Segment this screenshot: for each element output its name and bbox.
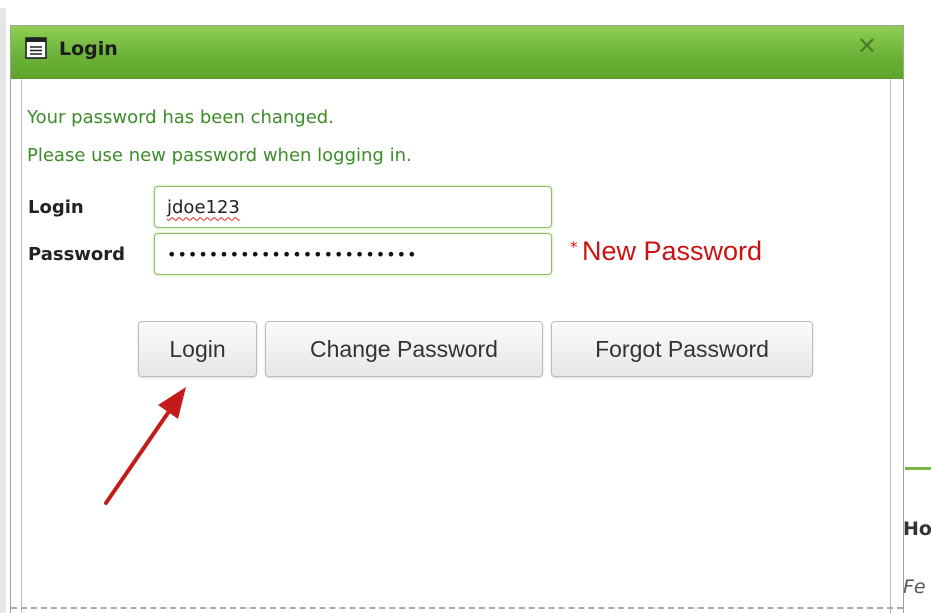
forgot-password-button[interactable]: Forgot Password <box>551 321 813 377</box>
password-label: Password <box>28 244 126 265</box>
screen: Ho Fe Login ✕ Your password has been cha… <box>0 0 931 613</box>
background-text-fragment: Fe <box>903 576 926 598</box>
close-icon[interactable]: ✕ <box>857 34 877 58</box>
use-new-password-message: Please use new password when logging in. <box>27 145 412 166</box>
background-left-edge <box>0 8 6 613</box>
new-password-hint: New Password <box>582 236 763 266</box>
window-icon <box>25 37 47 59</box>
password-input-value: •••••••••••••••••••••••• <box>167 244 418 264</box>
dialog-title: Login <box>59 38 118 60</box>
password-input[interactable]: •••••••••••••••••••••••• <box>154 233 552 275</box>
change-password-button[interactable]: Change Password <box>265 321 543 377</box>
arrow-pointer-icon <box>104 387 186 505</box>
required-marker: * <box>570 238 578 256</box>
dialog-bottom-edge <box>11 607 903 613</box>
login-input-value: jdoe123 <box>167 196 240 218</box>
password-changed-message: Your password has been changed. <box>27 107 334 128</box>
background-top <box>0 0 931 10</box>
login-dialog: Login ✕ Your password has been changed. … <box>10 25 904 613</box>
background-divider <box>905 467 931 470</box>
background-heading-fragment: Ho <box>903 518 931 540</box>
dialog-titlebar[interactable]: Login ✕ <box>11 26 903 79</box>
login-input[interactable]: jdoe123 <box>154 186 552 228</box>
dialog-content: Your password has been changed. Please u… <box>21 79 891 613</box>
login-label: Login <box>28 197 84 218</box>
login-button[interactable]: Login <box>138 321 257 377</box>
